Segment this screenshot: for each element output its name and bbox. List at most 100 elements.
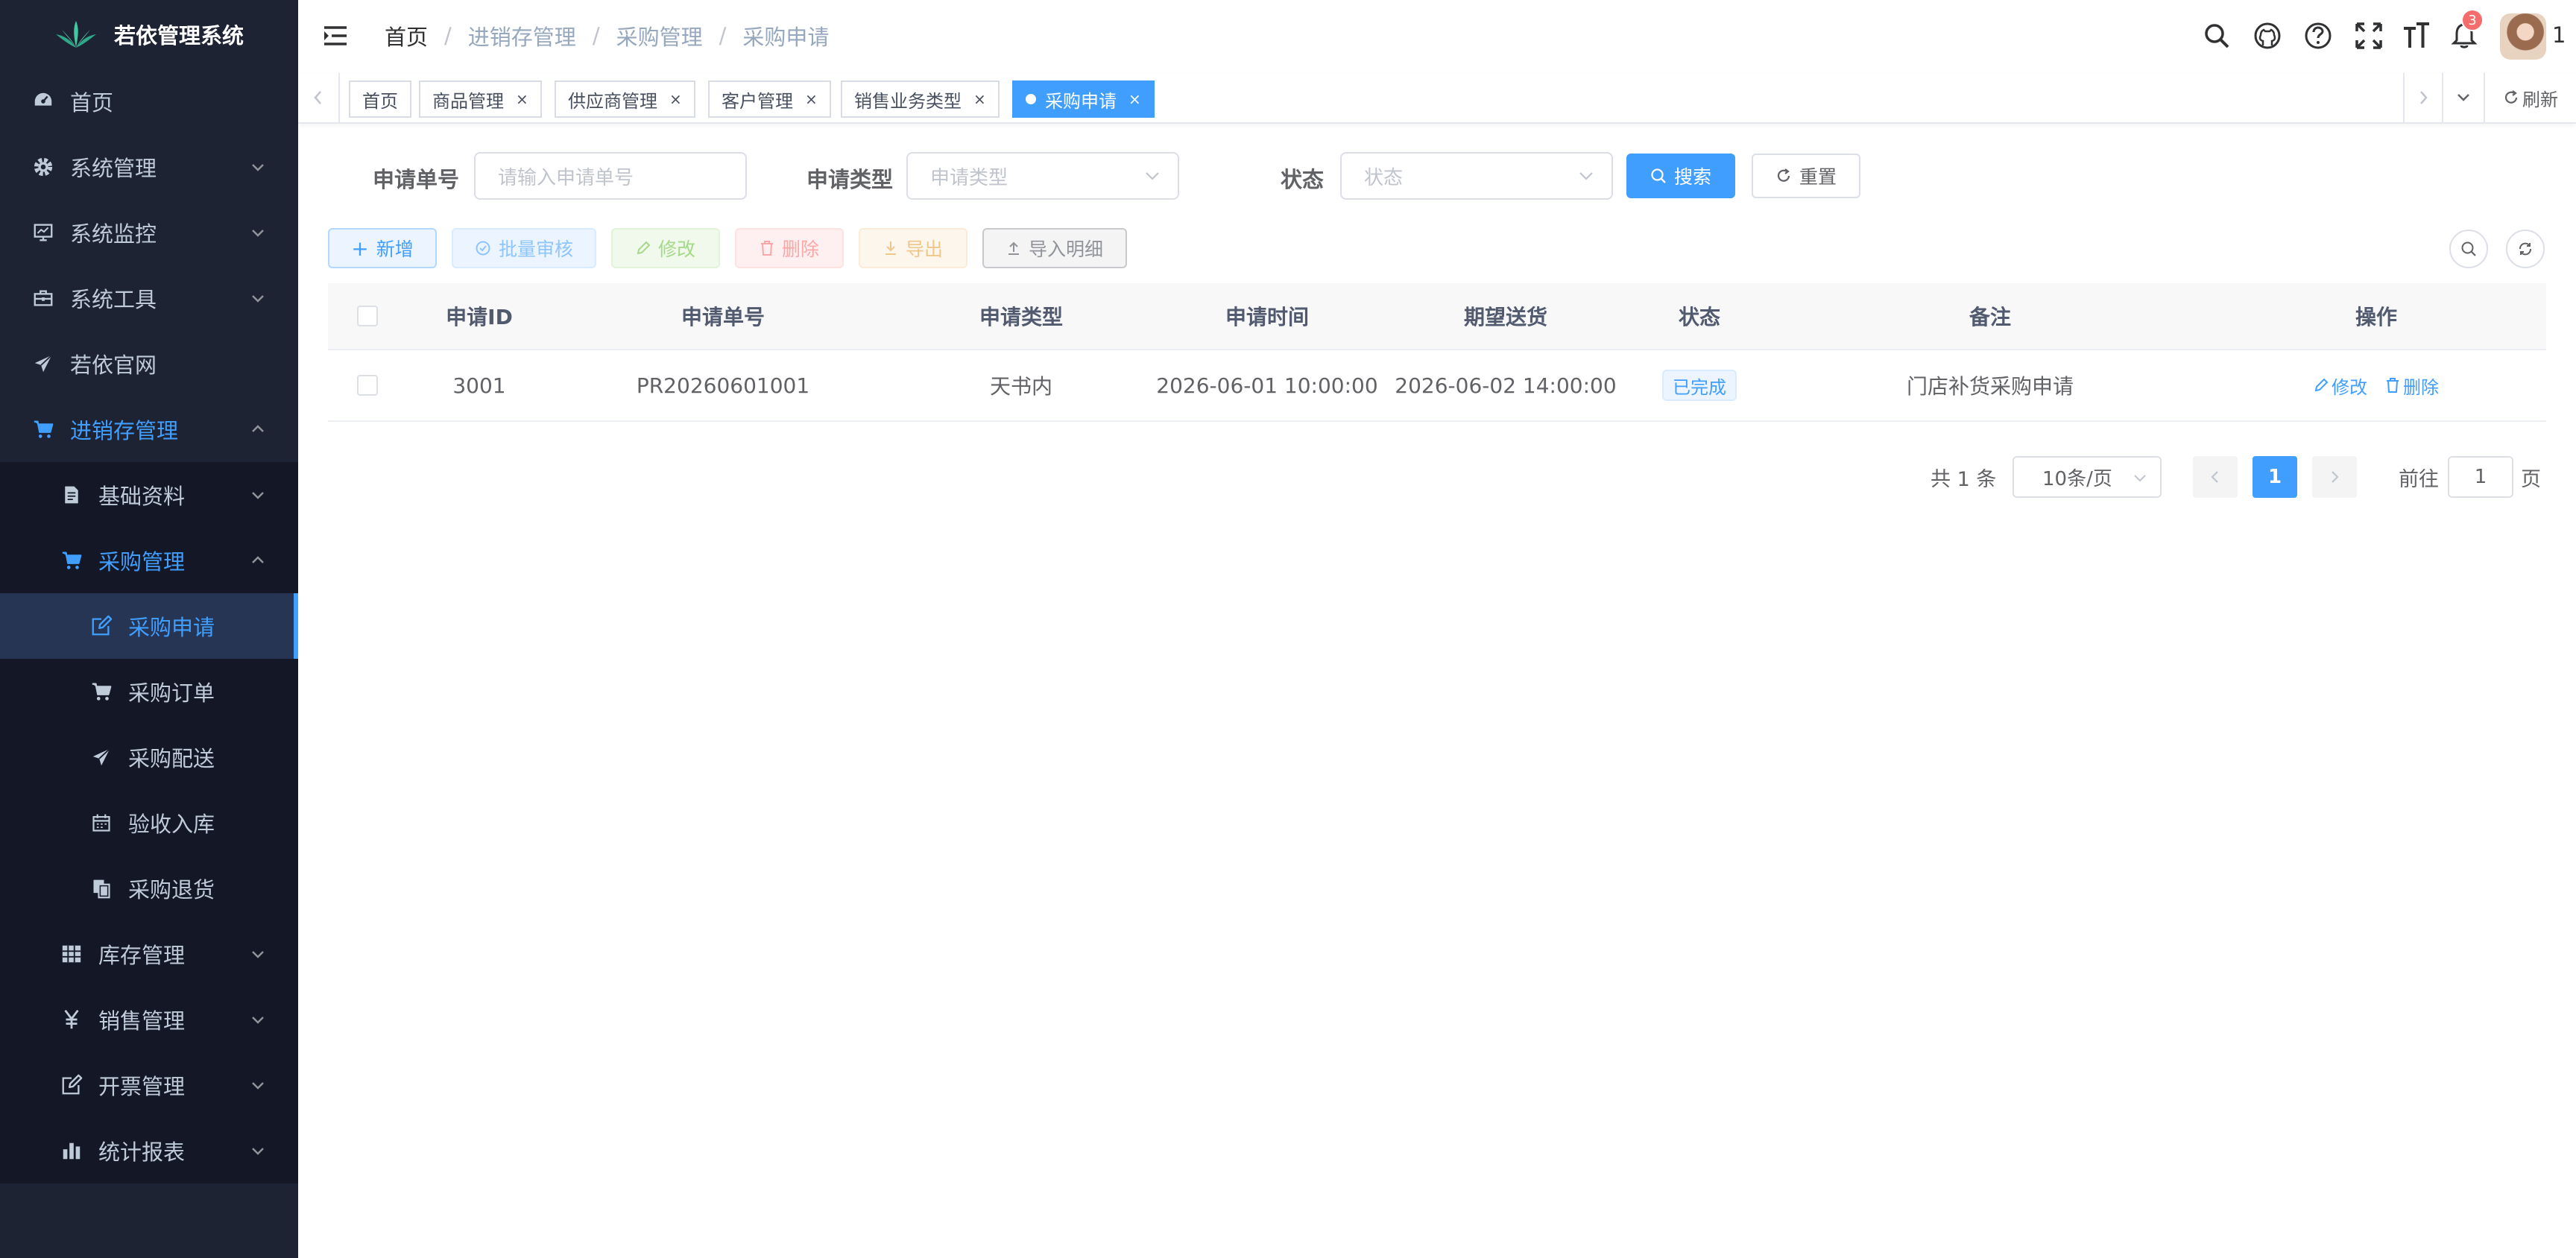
chevron-down-icon [2457,94,2469,101]
tag-label: 采购申请 [1045,90,1117,112]
page-suffix: 页 [2521,468,2541,491]
apply-no-input[interactable]: 请输入申请单号 [474,152,747,200]
calendar-icon [88,809,115,836]
help-icon[interactable] [2303,21,2333,51]
sidebar-item-label: 采购申请 [128,615,215,640]
tag-label: 首页 [362,90,398,112]
trash-icon [760,241,773,256]
page-size-select[interactable]: 10条/页 [2012,456,2162,498]
close-icon[interactable]: × [516,90,528,108]
yen-icon [58,1006,85,1033]
refresh-icon [1777,168,1790,182]
close-icon[interactable]: × [973,90,986,108]
tag-purchase-request[interactable]: 采购申请 × [1012,80,1155,118]
close-icon[interactable]: × [1128,90,1141,108]
sidebar-item-home[interactable]: 首页 [0,69,298,134]
data-table: 申请ID 申请单号 申请类型 申请时间 期望送货 状态 备注 操作 3001 P… [328,283,2546,422]
font-size-icon[interactable] [2402,21,2431,51]
active-dot-icon [1026,94,1036,104]
status-label: 状态 [1281,167,1325,192]
page-number-button[interactable]: 1 [2253,456,2297,498]
goto-page-input[interactable]: 1 [2448,456,2513,498]
batch-audit-button[interactable]: 批量审核 [452,228,596,268]
logo-icon [55,21,96,48]
tag-supplier[interactable]: 供应商管理 × [555,80,695,118]
column-header: 申请时间 [1225,305,1309,329]
add-button[interactable]: + 新增 [328,228,437,268]
toolbox-icon [30,285,57,312]
breadcrumb-home[interactable]: 首页 [385,20,428,51]
row-edit-label: 修改 [2332,376,2367,398]
chevron-down-icon [252,1017,264,1024]
sidebar-item-basic-data[interactable]: 基础资料 [0,462,298,528]
import-detail-button[interactable]: 导入明细 [982,228,1127,268]
tags-scroll-left[interactable] [298,73,340,122]
close-icon[interactable]: × [669,90,682,108]
tag-customer[interactable]: 客户管理 × [708,80,831,118]
sidebar-item-purchase[interactable]: 采购管理 [0,528,298,593]
breadcrumb-separator: / [719,23,727,48]
next-page-button[interactable] [2312,456,2357,498]
hamburger-icon[interactable] [322,22,349,49]
sidebar-logo[interactable]: 若依管理系统 [0,0,298,69]
search-icon[interactable] [2202,21,2232,51]
tag-sales-type[interactable]: 销售业务类型 × [841,80,1000,118]
edit-icon [58,1072,85,1099]
refresh-icon [2504,90,2518,104]
chevron-down-icon [1146,172,1159,180]
sidebar-item-purchase-order[interactable]: 采购订单 [0,659,298,724]
row-checkbox[interactable] [357,375,378,396]
cell-status: 已完成 [1625,350,1774,420]
sidebar-item-purchase-delivery[interactable]: 采购配送 [0,724,298,790]
sidebar-footer [0,1188,298,1258]
row-delete-link[interactable]: 删除 [2385,373,2439,399]
delete-button[interactable]: 删除 [735,228,844,268]
user-label[interactable]: 1 [2552,22,2566,48]
select-all-checkbox[interactable] [357,306,378,326]
tag-product[interactable]: 商品管理 × [419,80,542,118]
reset-button[interactable]: 重置 [1752,154,1860,198]
sidebar-item-receiving[interactable]: 验收入库 [0,790,298,856]
pagination-total: 共 1 条 [1931,468,1997,491]
sidebar-item-sales[interactable]: 销售管理 [0,987,298,1052]
tags-refresh-button[interactable]: 刷新 [2484,73,2576,122]
edit-button[interactable]: 修改 [611,228,720,268]
sidebar-item-monitor[interactable]: 系统监控 [0,200,298,265]
tags-dropdown[interactable] [2442,73,2484,122]
github-icon[interactable] [2253,21,2282,51]
status-select[interactable]: 状态 [1340,152,1613,200]
apply-type-label: 申请类型 [806,167,894,192]
sidebar-item-official-site[interactable]: 若依官网 [0,331,298,396]
batch-audit-label: 批量审核 [498,238,573,260]
import-detail-label: 导入明细 [1028,238,1103,260]
sidebar-item-reports[interactable]: 统计报表 [0,1118,298,1183]
sidebar-item-label: 销售管理 [98,1008,186,1034]
row-edit-link[interactable]: 修改 [2314,373,2367,399]
breadcrumb-separator: / [592,23,600,48]
cell-actions: 修改 删除 [2206,350,2546,420]
sidebar-item-label: 进销存管理 [70,418,179,443]
sidebar-item-purchase-return[interactable]: 采购退货 [0,856,298,921]
sidebar-item-inventory[interactable]: 进销存管理 [0,396,298,462]
breadcrumb-purchase: 采购管理 [616,25,703,50]
sidebar-item-purchase-request[interactable]: 采购申请 [0,593,298,659]
sidebar-item-tools[interactable]: 系统工具 [0,265,298,331]
sidebar-item-stock[interactable]: 库存管理 [0,921,298,987]
sidebar-item-system[interactable]: 系统管理 [0,134,298,200]
export-button[interactable]: 导出 [859,228,967,268]
avatar[interactable] [2500,13,2546,60]
toggle-search-button[interactable] [2449,230,2488,268]
refresh-table-button[interactable] [2506,230,2545,268]
tag-label: 供应商管理 [568,90,657,112]
tags-scroll-right[interactable] [2403,73,2442,122]
apply-type-select[interactable]: 申请类型 [906,152,1179,200]
table-row[interactable]: 3001 PR20260601001 天书内 2026-06-01 10:00:… [328,350,2546,422]
check-circle-icon [476,241,490,256]
close-icon[interactable]: × [805,90,818,108]
search-button[interactable]: 搜索 [1626,154,1735,198]
tag-home[interactable]: 首页 [349,80,411,118]
prev-page-button[interactable] [2193,456,2238,498]
dashboard-icon [30,88,57,115]
sidebar-item-invoice[interactable]: 开票管理 [0,1052,298,1118]
fullscreen-icon[interactable] [2354,21,2384,51]
